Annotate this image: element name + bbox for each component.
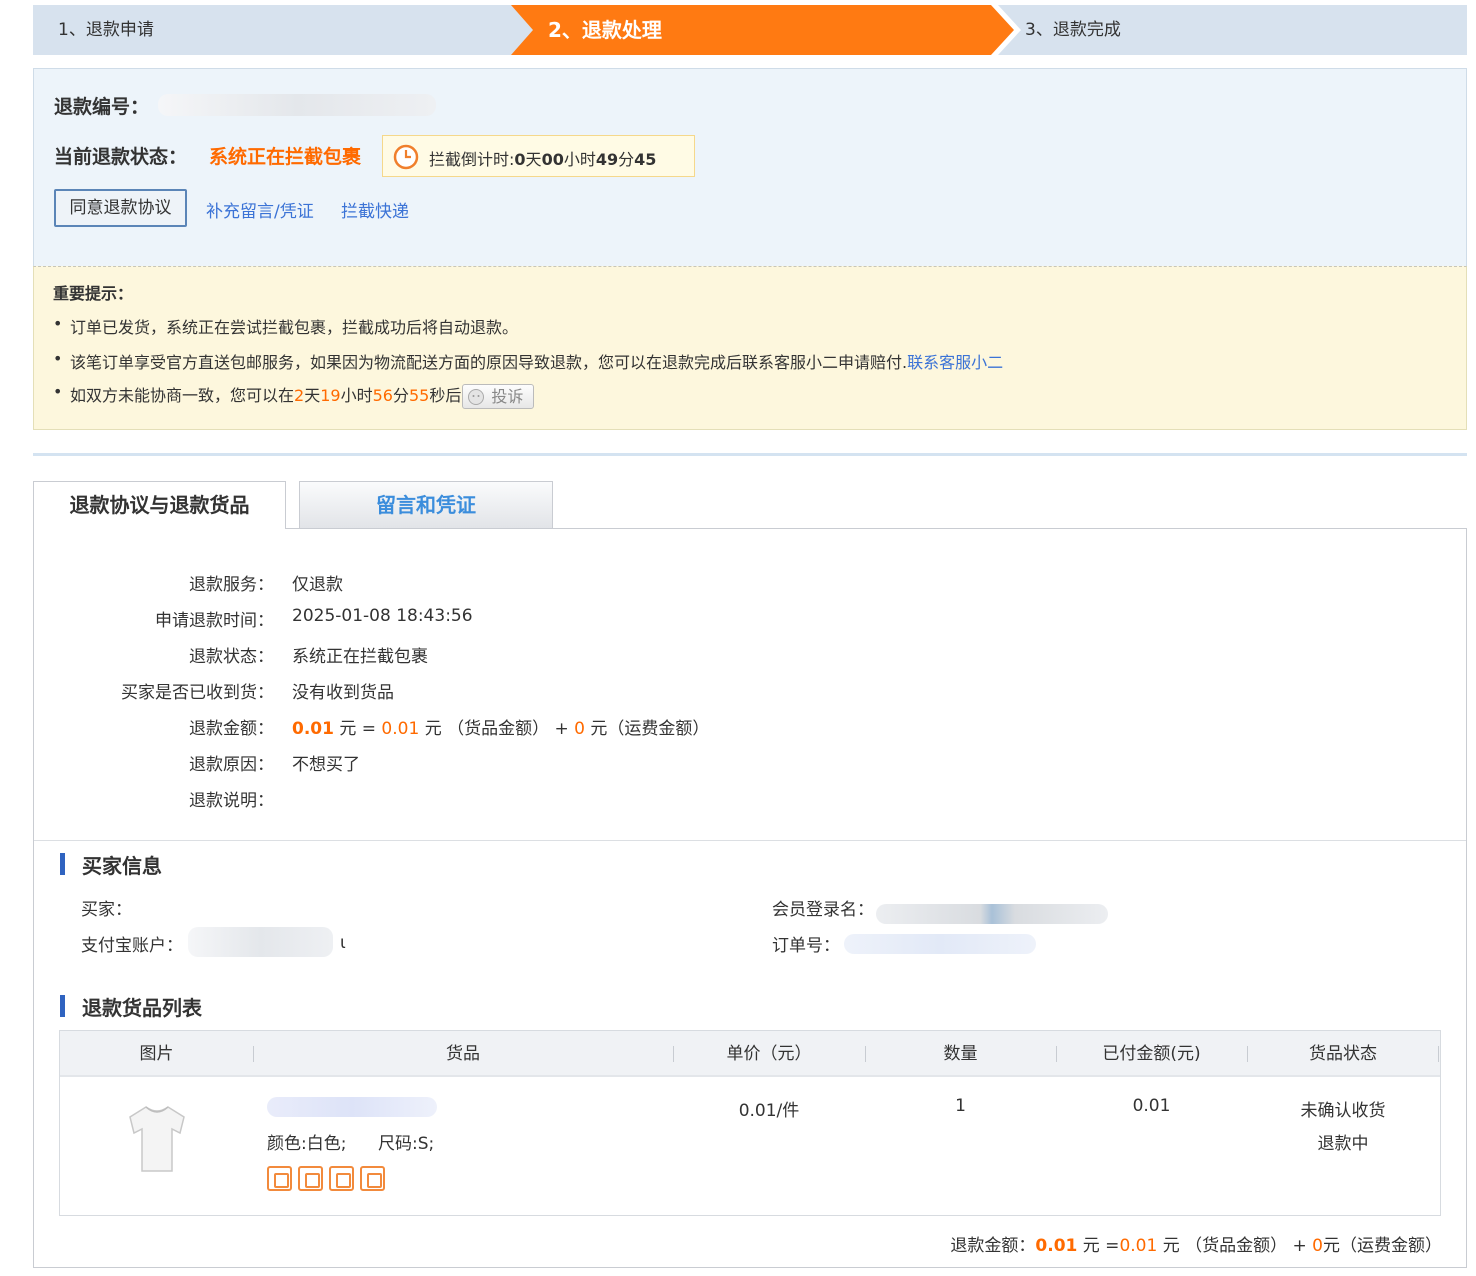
status-label: 当前退款状态：	[54, 146, 188, 168]
section-divider	[33, 453, 1467, 456]
service-label: 退款服务：	[189, 575, 274, 595]
spec-color: 颜色:白色;	[267, 1134, 347, 1154]
service-guarantee-icon	[267, 1166, 292, 1191]
service-money-bag-icon	[298, 1166, 323, 1191]
received-value: 没有收到货品	[292, 683, 394, 703]
buyer-info-title: 买家信息	[60, 850, 162, 879]
description-label: 退款说明：	[189, 791, 274, 811]
refund-no-label: 退款编号：	[54, 96, 150, 118]
step-complete: 3、退款完成	[1025, 20, 1121, 40]
complain-icon	[468, 389, 485, 405]
goods-title-blurred[interactable]	[267, 1097, 437, 1117]
col-goods: 货品	[446, 1044, 480, 1064]
spec-size: 尺码:S;	[378, 1134, 435, 1154]
intercept-countdown: 拦截倒计时:0天00小时49分45	[382, 135, 695, 177]
notice-title: 重要提示：	[53, 284, 134, 303]
intercept-express-link[interactable]: 拦截快递	[341, 197, 409, 222]
refund-info-panel: 退款编号： 当前退款状态： 系统正在拦截包裹 拦截倒计时:0天00小时49分45…	[33, 68, 1467, 266]
service-value: 仅退款	[292, 575, 343, 595]
quantity: 1	[955, 1096, 966, 1116]
goods-list-title: 退款货品列表	[60, 992, 202, 1021]
col-price: 单价（元）	[726, 1044, 812, 1064]
apply-time-value: 2025-01-08 18:43:56	[292, 606, 473, 626]
goods-status-1: 未确认收货	[1300, 1101, 1386, 1121]
refund-no-blurred	[158, 94, 436, 116]
service-return-icon	[329, 1166, 354, 1191]
important-notice: 重要提示： 订单已发货，系统正在尝试拦截包裹，拦截成功后将自动退款。 该笔订单享…	[33, 266, 1467, 430]
refund-amount-label: 退款金额：	[189, 719, 274, 739]
progress-steps: 1、退款申请 2、退款处理 3、退款完成	[33, 5, 1467, 55]
member-label: 会员登录名：	[772, 900, 874, 920]
col-paid: 已付金额(元)	[1102, 1044, 1201, 1064]
col-image: 图片	[139, 1044, 174, 1064]
step-processing-label: 2、退款处理	[548, 18, 662, 42]
refund-status-label: 退款状态：	[189, 647, 274, 667]
step-processing: 2、退款处理	[511, 5, 1016, 55]
reason-value: 不想买了	[292, 755, 360, 775]
goods-status-2: 退款中	[1317, 1134, 1369, 1154]
step-apply: 1、退款申请	[58, 20, 154, 40]
buyer-label: 买家：	[81, 900, 132, 920]
received-label: 买家是否已收到货：	[121, 683, 274, 703]
countdown-text: 拦截倒计时:0天00小时49分45	[429, 150, 657, 169]
alipay-blurred	[188, 927, 333, 957]
service-invoice-icon	[360, 1166, 385, 1191]
tab-messages-evidence[interactable]: 留言和凭证	[299, 481, 553, 528]
col-qty: 数量	[943, 1044, 978, 1064]
order-label: 订单号：	[772, 936, 840, 956]
tab-refund-agreement[interactable]: 退款协议与退款货品	[33, 481, 286, 529]
order-blurred	[844, 934, 1036, 954]
contact-service-link[interactable]: 联系客服小二	[907, 353, 1003, 372]
unit-price: 0.01/件	[738, 1101, 800, 1121]
supplement-evidence-link[interactable]: 补充留言/凭证	[206, 197, 314, 222]
notice-item: 订单已发货，系统正在尝试拦截包裹，拦截成功后将自动退款。	[53, 314, 518, 338]
refund-total: 退款金额：0.01 元 =0.01 元 （货品金额） + 0元（运费金额）	[950, 1236, 1442, 1256]
step-divider-icon	[991, 5, 1021, 55]
refund-status-value: 系统正在拦截包裹	[292, 647, 428, 667]
refund-amount-value: 0.01 元 = 0.01 元 （货品金额） + 0 元（运费金额）	[292, 719, 710, 739]
complain-button[interactable]: 投诉	[462, 384, 535, 409]
status-value: 系统正在拦截包裹	[209, 146, 362, 168]
member-blurred	[876, 904, 1108, 924]
apply-time-label: 申请退款时间：	[155, 611, 274, 631]
notice-item: 如双方未能协商一致，您可以在2天19小时56分55秒后投诉	[53, 382, 535, 409]
col-status: 货品状态	[1309, 1044, 1377, 1064]
details-separator	[34, 840, 1466, 841]
agree-refund-button[interactable]: 同意退款协议	[54, 189, 187, 227]
service-icons	[267, 1166, 391, 1196]
paid-amount: 0.01	[1132, 1096, 1171, 1116]
table-header: 图片 货品 单价（元） 数量 已付金额(元) 货品状态	[60, 1031, 1440, 1077]
reason-label: 退款原因：	[189, 755, 274, 775]
alipay-label: 支付宝账户：	[81, 936, 183, 956]
alipay-tail: ι	[340, 933, 346, 953]
tshirt-thumbnail[interactable]	[124, 1103, 190, 1175]
clock-icon	[393, 144, 419, 170]
goods-table: 图片 货品 单价（元） 数量 已付金额(元) 货品状态 颜色:白色; 尺码:S;…	[59, 1030, 1441, 1216]
notice-item: 该笔订单享受官方直送包邮服务，如果因为物流配送方面的原因导致退款，您可以在退款完…	[53, 349, 1003, 373]
header-separator	[1438, 1046, 1439, 1062]
